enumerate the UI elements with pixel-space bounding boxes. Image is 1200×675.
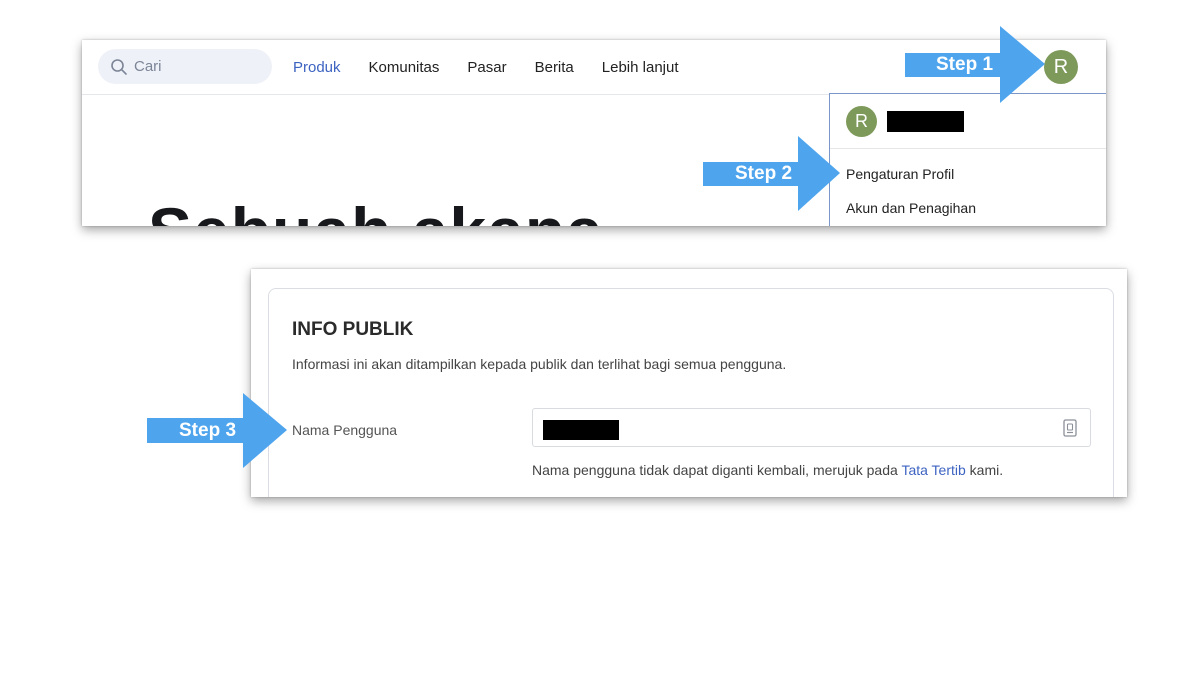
- username-help-text: Nama pengguna tidak dapat diganti kembal…: [532, 462, 1004, 478]
- step-3-arrow: Step 3: [147, 393, 287, 468]
- step-1-arrow: Step 1: [905, 26, 1045, 103]
- step-2-arrow: Step 2: [703, 136, 840, 211]
- user-avatar-button[interactable]: R: [1044, 50, 1078, 84]
- nav-item-pasar[interactable]: Pasar: [467, 59, 506, 76]
- dropdown-avatar: R: [846, 105, 877, 137]
- menu-item-pengaturan-profil[interactable]: Pengaturan Profil: [830, 166, 1106, 182]
- hero-heading: Sebuah akana: [148, 193, 604, 226]
- profile-dropdown-menu: R Pengaturan Profil Akun dan Penagihan: [829, 93, 1106, 226]
- main-nav: Produk Komunitas Pasar Berita Lebih lanj…: [293, 40, 707, 95]
- username-field[interactable]: [532, 408, 1091, 447]
- username-label: Nama Pengguna: [292, 422, 398, 438]
- terms-link[interactable]: Tata Tertib: [901, 462, 965, 478]
- nav-item-berita[interactable]: Berita: [535, 59, 574, 76]
- step-1-label: Step 1: [936, 53, 994, 75]
- nav-item-komunitas[interactable]: Komunitas: [369, 59, 440, 76]
- redacted-username-value: [543, 420, 619, 440]
- search-icon: [110, 58, 128, 76]
- step-3-label: Step 3: [179, 419, 237, 441]
- step-2-label: Step 2: [735, 162, 793, 184]
- menu-item-akun-dan-penagihan[interactable]: Akun dan Penagihan: [830, 200, 1106, 216]
- section-title: INFO PUBLIK: [292, 319, 414, 340]
- public-info-card: INFO PUBLIK Informasi ini akan ditampilk…: [268, 288, 1114, 497]
- section-description: Informasi ini akan ditampilkan kepada pu…: [292, 356, 787, 372]
- search-placeholder: Cari: [134, 58, 162, 75]
- nav-item-lebih-lanjut[interactable]: Lebih lanjut: [602, 59, 679, 76]
- lock-icon: [1063, 419, 1077, 437]
- settings-screenshot: INFO PUBLIK Informasi ini akan ditampilk…: [251, 269, 1127, 497]
- nav-item-produk[interactable]: Produk: [293, 59, 341, 76]
- search-input[interactable]: Cari: [98, 49, 272, 84]
- redacted-username: [887, 110, 964, 132]
